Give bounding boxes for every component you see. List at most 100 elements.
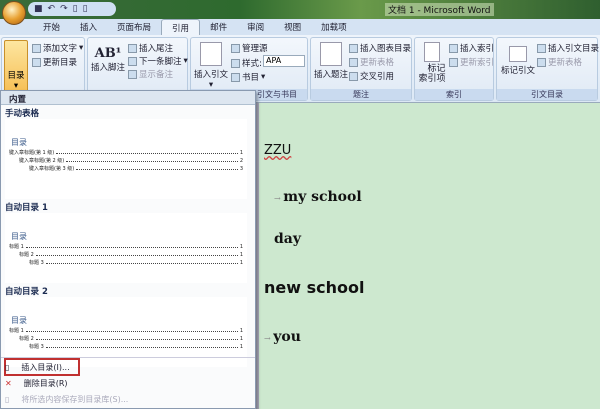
preview-line-page: 1 — [239, 260, 243, 266]
save-icon[interactable]: ■ — [34, 4, 43, 14]
manage-sources-button[interactable]: 管理源 — [231, 42, 268, 54]
mark-entry-button[interactable]: 标记索引项 — [416, 42, 448, 84]
undo-icon[interactable]: ↶ — [48, 4, 56, 14]
table-of-figures-icon — [349, 43, 358, 53]
menu-header: 内置 — [1, 91, 255, 105]
mark-citation-icon — [509, 46, 527, 62]
mark-citation-button[interactable]: 标记引文 — [499, 46, 537, 76]
insert-citation-button[interactable]: 插入引文 ▾ — [193, 42, 229, 90]
document-area[interactable]: ZZU → my school day new school → you — [260, 103, 600, 409]
redo-icon[interactable]: ↷ — [60, 4, 68, 14]
footnote-icon: AB¹ — [94, 46, 122, 61]
update-table-button[interactable]: 更新表格 — [349, 56, 394, 68]
save-selection-icon: ▯ — [5, 395, 10, 404]
preview-line: 标题 2 1 — [9, 334, 243, 342]
insert-toa-button[interactable]: 插入引文目录 — [537, 42, 599, 54]
dot-leader — [56, 153, 238, 154]
manage-sources-label: 管理源 — [242, 44, 268, 54]
preview-line: 标题 2 1 — [9, 250, 243, 258]
preview-line-text: 键入章标题(第 1 级) — [9, 150, 55, 156]
captions-group-label: 题注 — [311, 89, 411, 100]
insert-footnote-label: 插入脚注 — [90, 63, 125, 73]
insert-toa-label: 插入引文目录 — [548, 44, 600, 54]
bibliography-button[interactable]: 书目 ▾ — [231, 71, 265, 83]
tab-page-layout[interactable]: 页面布局 — [107, 19, 161, 35]
update-toa-button[interactable]: 更新表格 — [537, 56, 582, 68]
insert-toa-icon — [537, 43, 546, 53]
menu-section-title: 自动目录 1 — [5, 203, 48, 213]
tab-view[interactable]: 视图 — [274, 19, 311, 35]
preview-line-text: 标题 1 — [9, 328, 24, 334]
preview-line-page: 1 — [239, 328, 243, 334]
add-text-label: 添加文字 — [43, 44, 78, 54]
insert-endnote-button[interactable]: 插入尾注 — [128, 42, 173, 54]
next-footnote-button[interactable]: 下一条脚注 ▾ — [128, 55, 188, 67]
doc-line: day — [274, 231, 301, 247]
tab-addins[interactable]: 加载项 — [311, 19, 357, 35]
insert-caption-label: 插入题注 — [313, 70, 348, 80]
insert-table-of-figures-button[interactable]: 插入图表目录 — [349, 42, 411, 54]
toc-dropdown-menu: 内置 手动表格 目录 键入章标题(第 1 级) 1 键入章标题(第 2 级) 2 键入章标题… — [0, 90, 256, 409]
mark-citation-label: 标记引文 — [500, 66, 535, 76]
tab-review[interactable]: 审阅 — [237, 19, 274, 35]
bibliography-label: 书目 — [242, 73, 260, 83]
update-index-button[interactable]: 更新索引 — [449, 56, 494, 68]
preview-title: 目录 — [11, 138, 27, 147]
remove-toc-menu-item[interactable]: ✕ 删除目录(R) — [5, 378, 68, 389]
style-select[interactable]: APA — [263, 55, 305, 67]
insert-footnote-button[interactable]: AB¹ 插入脚注 — [90, 46, 126, 73]
cross-reference-icon — [349, 71, 358, 81]
preview-line: 标题 3 1 — [9, 342, 243, 350]
save-selection-label: 将所选内容保存到目录库(S)... — [21, 395, 129, 404]
update-icon — [32, 57, 41, 67]
cross-reference-button[interactable]: 交叉引用 — [349, 70, 394, 82]
quick-access-toolbar: ■ ↶ ↷ ▯ ▯ — [28, 2, 116, 16]
preview-line-text: 标题 1 — [9, 244, 24, 250]
index-group: 标记索引项 插入索引 更新索引 索引 — [414, 37, 494, 101]
save-selection-menu-item[interactable]: ▯ 将所选内容保存到目录库(S)... — [5, 394, 128, 405]
tab-references[interactable]: 引用 — [161, 19, 201, 35]
insert-toc-menu-item[interactable]: ▯ 插入目录(I)... — [5, 362, 70, 373]
preview-line: 键入章标题(第 3 级) 3 — [9, 164, 243, 172]
preview-line-text: 标题 2 — [19, 336, 34, 342]
preview-line: 键入章标题(第 2 级) 2 — [9, 156, 243, 164]
tab-mailings[interactable]: 邮件 — [200, 19, 237, 35]
next-footnote-icon — [128, 56, 137, 66]
toc-style-preview[interactable]: 目录 键入章标题(第 1 级) 1 键入章标题(第 2 级) 2 键入章标题(第 3 级)… — [5, 119, 247, 199]
office-button[interactable] — [2, 1, 26, 25]
add-text-button[interactable]: 添加文字 ▾ — [32, 42, 83, 54]
update-toa-icon — [537, 57, 546, 67]
update-toa-label: 更新表格 — [548, 58, 583, 68]
ribbon-tabs: 开始 插入 页面布局 引用 邮件 审阅 视图 加载项 — [0, 19, 600, 35]
mark-entry-icon — [424, 42, 440, 62]
preview-line-text: 键入章标题(第 3 级) — [29, 166, 75, 172]
toc-style-preview[interactable]: 目录 标题 1 1 标题 2 1 标题 3 1 — [5, 213, 247, 283]
manage-sources-icon — [231, 43, 240, 53]
preview-line-page: 1 — [239, 344, 243, 350]
update-index-icon — [449, 57, 458, 67]
insert-citation-label: 插入引文 — [193, 70, 228, 80]
authorities-group: 标记引文 插入引文目录 更新表格 引文目录 — [496, 37, 599, 101]
insert-endnote-label: 插入尾注 — [139, 44, 174, 54]
dot-leader — [45, 347, 238, 348]
tab-insert[interactable]: 插入 — [70, 19, 107, 35]
preview-line: 标题 3 1 — [9, 258, 243, 266]
dot-leader — [25, 247, 238, 248]
toc-label: 目录 — [7, 71, 25, 81]
insert-index-button[interactable]: 插入索引 — [449, 42, 494, 54]
update-toc-button[interactable]: 更新目录 — [32, 56, 77, 68]
doc-icon[interactable]: ▯ — [83, 4, 88, 14]
preview-line: 标题 1 1 — [9, 326, 243, 334]
vertical-ruler — [256, 103, 259, 409]
index-group-label: 索引 — [415, 89, 493, 100]
tab-home[interactable]: 开始 — [33, 19, 70, 35]
new-doc-icon[interactable]: ▯ — [73, 4, 78, 14]
doc-line: ZZU — [264, 143, 292, 158]
insert-caption-button[interactable]: 插入题注 — [313, 42, 349, 80]
style-icon — [231, 58, 240, 68]
mark-entry-label: 标记索引项 — [418, 64, 446, 84]
update-table-label: 更新表格 — [360, 58, 395, 68]
doc-line: → my school — [274, 189, 362, 205]
show-notes-button[interactable]: 显示备注 — [128, 68, 173, 80]
next-footnote-label: 下一条脚注 — [139, 57, 182, 67]
